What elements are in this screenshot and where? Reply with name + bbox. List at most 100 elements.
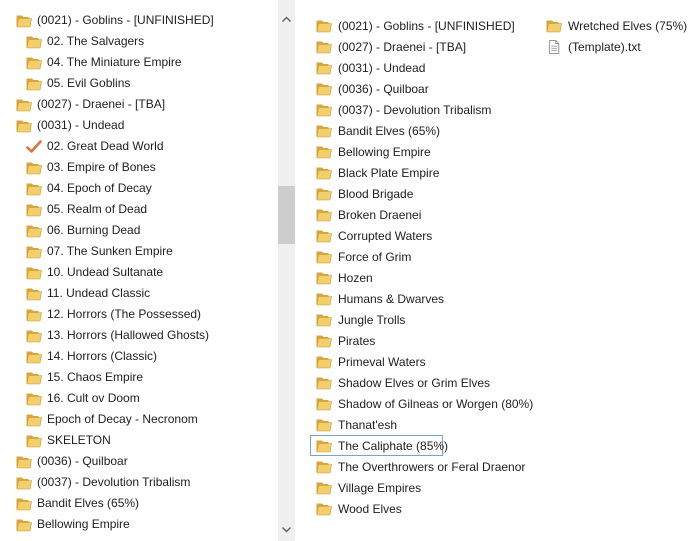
tree-item[interactable]: 13. Horrors (Hallowed Ghosts) <box>0 325 278 346</box>
folder-icon <box>26 224 42 238</box>
folder-icon <box>26 434 42 448</box>
tree-item[interactable]: 16. Cult ov Doom <box>0 388 278 409</box>
tree-item-label: 04. The Miniature Empire <box>47 55 182 69</box>
tree-item[interactable]: 06. Burning Dead <box>0 220 278 241</box>
tree-item[interactable]: Epoch of Decay - Necronom <box>0 409 278 430</box>
item-label: Bellowing Empire <box>338 144 431 159</box>
tree-item[interactable]: (0036) - Quilboar <box>0 451 278 472</box>
folder-item[interactable]: Corrupted Waters <box>310 225 540 246</box>
tree-item-label: 14. Horrors (Classic) <box>47 349 158 363</box>
tree-item-label: SKELETON <box>47 433 111 447</box>
item-label: Wretched Elves (75%) <box>568 18 688 33</box>
tree-item[interactable]: 03. Empire of Bones <box>0 157 278 178</box>
folder-item[interactable]: Jungle Trolls <box>310 309 540 330</box>
tree-item[interactable]: 07. The Sunken Empire <box>0 241 278 262</box>
folder-icon <box>316 334 332 348</box>
tree-item[interactable]: 12. Horrors (The Possessed) <box>0 304 278 325</box>
tree-item[interactable]: (0037) - Devolution Tribalism <box>0 472 278 493</box>
tree-item-label: (0031) - Undead <box>37 118 125 132</box>
tree-item[interactable]: SKELETON <box>0 430 278 451</box>
folder-item[interactable]: (0021) - Goblins - [UNFINISHED] <box>310 15 540 36</box>
folder-icon <box>16 476 32 490</box>
tree-item[interactable]: 14. Horrors (Classic) <box>0 346 278 367</box>
folder-item[interactable]: (0027) - Draenei - [TBA] <box>310 36 540 57</box>
folder-icon <box>26 182 42 196</box>
text-file-icon <box>546 39 562 54</box>
folder-icon <box>316 187 332 201</box>
folder-icon <box>316 292 332 306</box>
folder-item[interactable]: Hozen <box>310 267 540 288</box>
folder-item[interactable]: Blood Brigade <box>310 183 540 204</box>
tree-item[interactable]: 11. Undead Classic <box>0 283 278 304</box>
folder-icon <box>16 119 32 133</box>
file-item[interactable]: (Template).txt <box>540 36 690 57</box>
item-label: Jungle Trolls <box>338 312 406 327</box>
folder-item[interactable]: (0031) - Undead <box>310 57 540 78</box>
item-label: Shadow of Gilneas or Worgen (80%) <box>338 396 534 411</box>
content-column-2: Wretched Elves (75%) (Template).txt <box>540 15 690 57</box>
folder-item[interactable]: Shadow Elves or Grim Elves <box>310 372 540 393</box>
tree-item-label: 02. Great Dead World <box>47 139 164 153</box>
tree-item[interactable]: 15. Chaos Empire <box>0 367 278 388</box>
folder-item[interactable]: Pirates <box>310 330 540 351</box>
folder-icon <box>26 56 42 70</box>
folder-item[interactable]: Wretched Elves (75%) <box>540 15 690 36</box>
item-label: Hozen <box>338 270 373 285</box>
tree-item[interactable]: 02. The Salvagers <box>0 31 278 52</box>
folder-item[interactable]: Shadow of Gilneas or Worgen (80%) <box>310 393 540 414</box>
tree-item-label: 02. The Salvagers <box>47 34 145 48</box>
scroll-down-arrow-icon[interactable] <box>278 521 295 538</box>
folder-item[interactable]: Force of Grim <box>310 246 540 267</box>
tree-item[interactable]: 04. The Miniature Empire <box>0 52 278 73</box>
tree-item-label: 13. Horrors (Hallowed Ghosts) <box>47 328 210 342</box>
tree-item[interactable]: 02. Great Dead World <box>0 136 278 157</box>
tree-item[interactable]: (0021) - Goblins - [UNFINISHED] <box>0 10 278 31</box>
navigation-tree: (0021) - Goblins - [UNFINISHED] 02. The S… <box>0 0 278 541</box>
folder-item[interactable]: Bellowing Empire <box>310 141 540 162</box>
tree-item[interactable]: 05. Realm of Dead <box>0 199 278 220</box>
tree-scrollbar[interactable] <box>278 0 295 541</box>
folder-item[interactable]: (0036) - Quilboar <box>310 78 540 99</box>
tree-item[interactable]: Bellowing Empire <box>0 514 278 535</box>
tree-item-label: 16. Cult ov Doom <box>47 391 140 405</box>
folder-icon <box>316 460 332 474</box>
item-label: Shadow Elves or Grim Elves <box>338 375 491 390</box>
folder-icon <box>16 98 32 112</box>
folder-icon <box>26 350 42 364</box>
folder-item[interactable]: Wood Elves <box>310 498 540 519</box>
folder-item[interactable]: Broken Draenei <box>310 204 540 225</box>
folder-icon <box>16 14 32 28</box>
folder-icon <box>316 229 332 243</box>
folder-icon <box>546 19 562 33</box>
folder-item[interactable]: Bandit Elves (65%) <box>310 120 540 141</box>
item-label: Humans & Dwarves <box>338 291 445 306</box>
folder-item[interactable]: Black Plate Empire <box>310 162 540 183</box>
tree-item[interactable]: 04. Epoch of Decay <box>0 178 278 199</box>
folder-item[interactable]: Village Empires <box>310 477 540 498</box>
folder-icon <box>26 161 42 175</box>
item-label: Pirates <box>338 333 376 348</box>
folder-item[interactable]: Primeval Waters <box>310 351 540 372</box>
folder-item[interactable]: The Overthrowers or Feral Draenor <box>310 456 540 477</box>
folder-icon <box>316 124 332 138</box>
folder-icon <box>316 439 332 453</box>
scrollbar-thumb[interactable] <box>278 186 295 244</box>
folder-icon <box>26 266 42 280</box>
folder-item[interactable]: The Caliphate (85%) <box>310 435 448 456</box>
scroll-up-arrow-icon[interactable] <box>278 10 295 27</box>
item-label: (Template).txt <box>568 39 641 54</box>
folder-icon <box>316 502 332 516</box>
folder-icon <box>316 40 332 54</box>
folder-item[interactable]: (0037) - Devolution Tribalism <box>310 99 540 120</box>
tree-item[interactable]: (0031) - Undead <box>0 115 278 136</box>
tree-item[interactable]: Bandit Elves (65%) <box>0 493 278 514</box>
tree-item[interactable]: (0027) - Draenei - [TBA] <box>0 94 278 115</box>
folder-item[interactable]: Humans & Dwarves <box>310 288 540 309</box>
tree-item-label: 06. Burning Dead <box>47 223 141 237</box>
folder-icon <box>26 203 42 217</box>
folder-item[interactable]: Thanat'esh <box>310 414 540 435</box>
tree-item[interactable]: 10. Undead Sultanate <box>0 262 278 283</box>
folder-icon <box>26 35 42 49</box>
tree-item[interactable]: 05. Evil Goblins <box>0 73 278 94</box>
tree-item-label: 10. Undead Sultanate <box>47 265 164 279</box>
